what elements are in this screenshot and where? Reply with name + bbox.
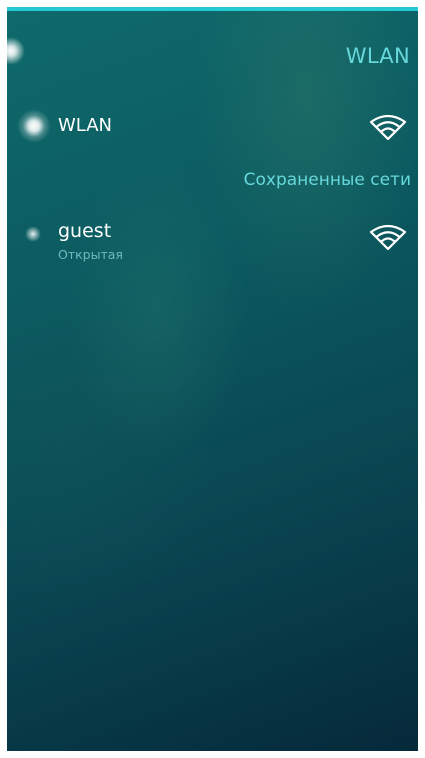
top-accent-bar [7, 7, 418, 11]
page-title: WLAN [345, 44, 410, 68]
network-security-label: Открытая [58, 247, 123, 262]
wlan-toggle-label: WLAN [58, 115, 113, 136]
network-list-item[interactable]: guest Открытая [7, 215, 418, 275]
wlan-toggle-switch[interactable] [17, 109, 51, 143]
saved-networks-header: Сохраненные сети [243, 170, 411, 190]
network-status-indicator [25, 226, 41, 242]
wifi-icon [369, 114, 407, 141]
pulley-menu-indicator[interactable] [7, 37, 25, 65]
wifi-signal-icon [369, 224, 407, 251]
wlan-settings-page: WLAN WLAN Сохраненные сети guest Открыта… [7, 7, 418, 751]
network-name: guest [58, 220, 112, 242]
wlan-toggle-row[interactable]: WLAN [7, 103, 418, 151]
